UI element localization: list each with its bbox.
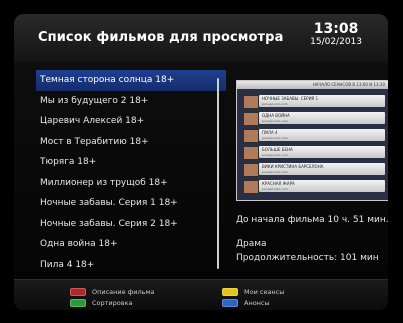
- preview-row: БОЛЬШЕ БЕНА pvnnaz.com.com: [259, 146, 385, 158]
- red-key-icon: [70, 288, 86, 296]
- list-scrollbar[interactable]: [217, 78, 219, 269]
- preview-row-title: ПИЛА 4: [262, 130, 278, 135]
- tv-screen: Список фильмов для просмотра 13:08 15/02…: [0, 0, 403, 323]
- legend-red-label: Описание фильма: [92, 288, 155, 296]
- preview-row: НОЧНЫЕ ЗАБАВЫ. СЕРИЯ 1 pvnnaz.com.com: [259, 95, 385, 107]
- preview-thumbnail: [243, 180, 259, 194]
- preview-row-sub: pvnnaz.com.com: [262, 187, 288, 191]
- list-item[interactable]: Тюряга 18+: [36, 152, 226, 173]
- list-item[interactable]: Одна война 18+: [36, 234, 226, 255]
- clock-widget: 13:08 15/02/2013: [310, 21, 362, 48]
- preview-thumbnail: [243, 112, 259, 126]
- preview-row: ПИЛА 4 pvnnaz.com.com: [259, 129, 385, 141]
- legend-blue-label: Анонсы: [244, 299, 270, 307]
- preview-row: ВИКИ КРИСТИНА БАРСЕЛОНА pvnnaz.com.com: [259, 163, 385, 175]
- genre-text: Драма: [236, 239, 267, 249]
- preview-row-title: БОЛЬШЕ БЕНА: [262, 147, 293, 152]
- list-item[interactable]: Царевич Алексей 18+: [36, 111, 226, 132]
- legend-green-label: Сортировка: [92, 299, 133, 307]
- preview-row-sub: pvnnaz.com.com: [262, 136, 288, 140]
- legend-red: Описание фильма: [70, 287, 154, 297]
- header-bar: Список фильмов для просмотра 13:08 15/02…: [14, 14, 388, 63]
- list-item[interactable]: Мост в Терабитию 18+: [36, 132, 226, 153]
- yellow-key-icon: [222, 288, 238, 296]
- preview-row-title: КРАСНАЯ ЖАРА: [262, 181, 295, 186]
- list-item[interactable]: Ночные забавы. Серия 2 18+: [36, 214, 226, 235]
- preview-row: ОДНА ВОЙНА pvnnaz.com.com: [259, 112, 385, 124]
- preview-row-sub: pvnnaz.com.com: [262, 119, 288, 123]
- list-item[interactable]: Миллионер из трущоб 18+: [36, 173, 226, 194]
- legend-green: Сортировка: [70, 298, 133, 308]
- poster-preview: НАЧАЛО СЕАНСОВ В 13:00 И 13:30 НОЧНЫЕ ЗА…: [236, 80, 388, 201]
- preview-row-title: ОДНА ВОЙНА: [262, 113, 290, 118]
- page-title: Список фильмов для просмотра: [38, 30, 284, 45]
- preview-header-text: НАЧАЛО СЕАНСОВ В 13:00 И 13:30: [312, 82, 385, 87]
- preview-row-title: НОЧНЫЕ ЗАБАВЫ. СЕРИЯ 1: [262, 96, 319, 101]
- green-key-icon: [70, 299, 86, 307]
- legend-yellow-label: Мои сеансы: [244, 288, 285, 296]
- preview-row-sub: pvnnaz.com.com: [262, 170, 288, 174]
- preview-thumbnail: [243, 95, 259, 109]
- preview-thumbnail: [243, 146, 259, 160]
- app-window: Список фильмов для просмотра 13:08 15/02…: [14, 14, 388, 310]
- preview-row-sub: pvnnaz.com.com: [262, 153, 288, 157]
- countdown-text: До начала фильма 10 ч. 51 мин.: [236, 215, 388, 225]
- movie-info: До начала фильма 10 ч. 51 мин. Драма Про…: [236, 213, 388, 265]
- clock-date: 15/02/2013: [310, 37, 362, 47]
- preview-row: КРАСНАЯ ЖАРА pvnnaz.com.com: [259, 180, 385, 192]
- clock-time: 13:08: [313, 21, 359, 37]
- blue-key-icon: [222, 299, 238, 307]
- footer-legend: Описание фильма Сортировка Мои сеансы Ан…: [14, 279, 388, 310]
- preview-thumbnail: [243, 163, 259, 177]
- duration-text: Продолжительность: 101 мин: [236, 253, 379, 263]
- legend-yellow: Мои сеансы: [222, 287, 284, 297]
- movie-list[interactable]: Темная сторона солнца 18+ Мы из будущего…: [36, 70, 226, 275]
- list-item[interactable]: Темная сторона солнца 18+: [36, 70, 226, 91]
- list-item[interactable]: Мы из будущего 2 18+: [36, 91, 226, 112]
- preview-row-title: ВИКИ КРИСТИНА БАРСЕЛОНА: [262, 164, 324, 169]
- legend-blue: Анонсы: [222, 298, 270, 308]
- list-item[interactable]: Ночные забавы. Серия 1 18+: [36, 193, 226, 214]
- preview-thumbnail: [243, 129, 259, 143]
- preview-row-sub: pvnnaz.com.com: [262, 102, 288, 106]
- preview-header: НАЧАЛО СЕАНСОВ В 13:00 И 13:30: [237, 81, 388, 89]
- list-item[interactable]: Пила 4 18+: [36, 255, 226, 276]
